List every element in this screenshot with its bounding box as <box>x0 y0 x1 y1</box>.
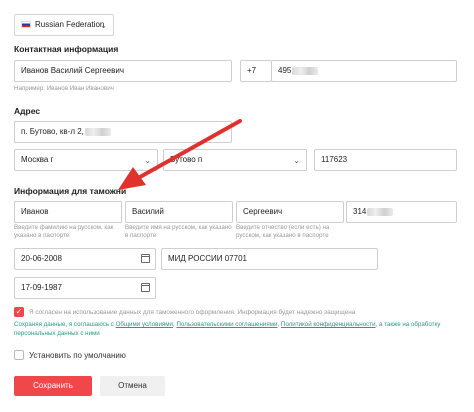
arrow-shaft <box>138 119 242 179</box>
annotation-arrow <box>118 119 242 190</box>
arrow-head <box>118 167 146 190</box>
